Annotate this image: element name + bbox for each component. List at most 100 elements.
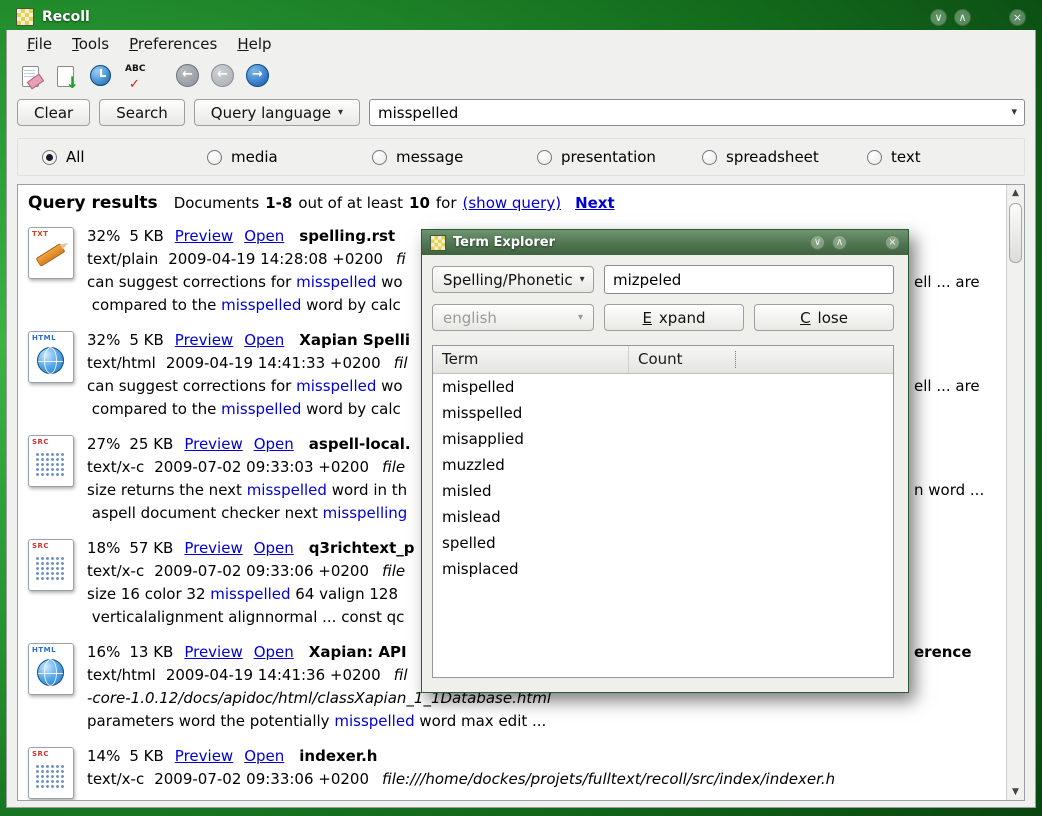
- close-dialog-button[interactable]: Close: [754, 304, 894, 331]
- term-row[interactable]: spelled: [433, 530, 893, 556]
- doc-date: 2009-04-19 14:28:08 +0200: [168, 250, 383, 268]
- open-link[interactable]: Open: [254, 643, 294, 661]
- term-match-type-dropdown[interactable]: Spelling/Phonetic ▾: [432, 266, 594, 293]
- desktop-background: Recoll ∨ ∧ × File Tools Preferences Help ↓ A…: [0, 0, 1042, 816]
- scroll-down-icon[interactable]: ▼: [1007, 784, 1024, 800]
- snippet-text: word in th: [327, 481, 407, 499]
- open-link[interactable]: Open: [244, 227, 284, 245]
- preview-link[interactable]: Preview: [175, 331, 233, 349]
- query-input[interactable]: [369, 99, 1025, 126]
- snippet-right-fragment: n word ...: [914, 479, 984, 502]
- menubar: File Tools Preferences Help: [7, 30, 1035, 57]
- highlighted-term: misspelled: [296, 273, 376, 291]
- radio-icon: [867, 150, 882, 165]
- file-type-badge: SRC: [32, 542, 49, 550]
- count-column-header[interactable]: Count: [629, 346, 893, 373]
- file-type-badge: SRC: [32, 438, 49, 446]
- dialog-close-button[interactable]: ×: [885, 235, 900, 250]
- term-explorer-titlebar[interactable]: Term Explorer ∨ ∧ ×: [422, 230, 908, 255]
- result-text: 14%5 KBPreviewOpenindexer.htext/x-c2009-…: [87, 745, 994, 801]
- menu-preferences[interactable]: Preferences: [129, 35, 217, 53]
- documents-label: Documents: [174, 194, 260, 212]
- globe-icon: [37, 659, 64, 686]
- term-row[interactable]: mislead: [433, 504, 893, 530]
- term-row[interactable]: muzzled: [433, 452, 893, 478]
- result-header-line: 14%5 KBPreviewOpenindexer.h: [87, 745, 994, 768]
- maximize-button[interactable]: ∧: [954, 9, 971, 26]
- filter-message[interactable]: message: [372, 148, 537, 166]
- filter-text[interactable]: text: [867, 148, 1032, 166]
- titlebar[interactable]: Recoll ∨ ∧ ×: [6, 4, 1036, 30]
- dots-icon: [35, 452, 66, 478]
- file-type-badge: HTML: [32, 334, 56, 342]
- radio-icon: [207, 150, 222, 165]
- history-icon[interactable]: [87, 62, 115, 90]
- scroll-up-icon[interactable]: ▲: [1007, 185, 1024, 201]
- preview-link[interactable]: Preview: [184, 435, 242, 453]
- prev-page-icon[interactable]: ←: [209, 62, 237, 90]
- preview-link[interactable]: Preview: [175, 227, 233, 245]
- result-snippet-line: parameters word the potentially misspell…: [87, 710, 994, 733]
- preview-link[interactable]: Preview: [184, 539, 242, 557]
- term-row[interactable]: misled: [433, 478, 893, 504]
- next-page-icon[interactable]: →: [244, 62, 272, 90]
- filter-spreadsheet[interactable]: spreadsheet: [702, 148, 867, 166]
- highlighted-term: misspelled: [221, 296, 301, 314]
- term-column-header[interactable]: Term: [433, 346, 629, 373]
- next-page-link[interactable]: Next: [575, 194, 615, 212]
- for-label: for: [436, 194, 457, 212]
- snippet-right-fragment: ell ... are: [914, 271, 980, 294]
- first-page-icon[interactable]: ←: [174, 62, 202, 90]
- shade-button[interactable]: ∨: [930, 9, 947, 26]
- query-dropdown-arrow-icon[interactable]: ▾: [1011, 105, 1017, 118]
- open-link[interactable]: Open: [244, 331, 284, 349]
- query-language-dropdown[interactable]: Query language ▾: [194, 99, 360, 126]
- preview-link[interactable]: Preview: [175, 747, 233, 765]
- preview-link[interactable]: Preview: [184, 643, 242, 661]
- term-row[interactable]: misplaced: [433, 556, 893, 582]
- filter-all[interactable]: All: [42, 148, 207, 166]
- spellcheck-icon[interactable]: ABC✓: [122, 62, 150, 90]
- close-button[interactable]: ×: [1009, 9, 1026, 26]
- out-of-label: out of at least: [298, 194, 403, 212]
- doc-url: fi: [396, 250, 406, 268]
- filter-media[interactable]: media: [207, 148, 372, 166]
- snippet-text: 64 valign 128: [291, 585, 398, 603]
- result-title: indexer.h: [299, 747, 377, 765]
- highlighted-term: misspelled: [334, 712, 414, 730]
- snippet-text: word by calc: [301, 296, 400, 314]
- results-scrollbar[interactable]: ▲ ▼: [1006, 185, 1024, 800]
- dialog-shade-button[interactable]: ∨: [810, 235, 825, 250]
- open-link[interactable]: Open: [254, 435, 294, 453]
- term-input[interactable]: [604, 265, 894, 294]
- term-row[interactable]: misspelled: [433, 400, 893, 426]
- results-summary: Documents 1-8 out of at least 10 for (sh…: [174, 194, 615, 212]
- show-query-link[interactable]: (show query): [463, 194, 562, 212]
- file-type-badge: HTML: [32, 646, 56, 654]
- window-buttons: ∨ ∧ ×: [930, 9, 1026, 26]
- relevance-percent: 18%: [87, 539, 120, 557]
- search-button[interactable]: Search: [99, 99, 185, 126]
- dialog-window-buttons: ∨ ∧ ×: [810, 235, 900, 250]
- open-link[interactable]: Open: [244, 747, 284, 765]
- menu-help[interactable]: Help: [237, 35, 271, 53]
- result-title: spelling.rst: [299, 227, 395, 245]
- scrollbar-thumb[interactable]: [1009, 203, 1022, 263]
- snippet-text: verticalalignment alignnormal ... const …: [87, 608, 404, 626]
- expand-button[interactable]: Expand: [604, 304, 744, 331]
- open-link[interactable]: Open: [254, 539, 294, 557]
- snippet-text: compared to the: [87, 296, 221, 314]
- update-index-icon[interactable]: ↓: [52, 62, 80, 90]
- clear-button[interactable]: Clear: [17, 99, 90, 126]
- menu-file[interactable]: File: [27, 35, 52, 53]
- filter-presentation[interactable]: presentation: [537, 148, 702, 166]
- dots-icon: [35, 556, 66, 582]
- dialog-maximize-button[interactable]: ∧: [832, 235, 847, 250]
- term-row[interactable]: misapplied: [433, 426, 893, 452]
- filter-label: media: [231, 148, 278, 166]
- term-row[interactable]: mispelled: [433, 374, 893, 400]
- menu-tools[interactable]: Tools: [72, 35, 109, 53]
- highlighted-term: misspelled: [210, 585, 290, 603]
- search-combobox[interactable]: ▾: [369, 99, 1025, 126]
- erase-search-icon[interactable]: [17, 62, 45, 90]
